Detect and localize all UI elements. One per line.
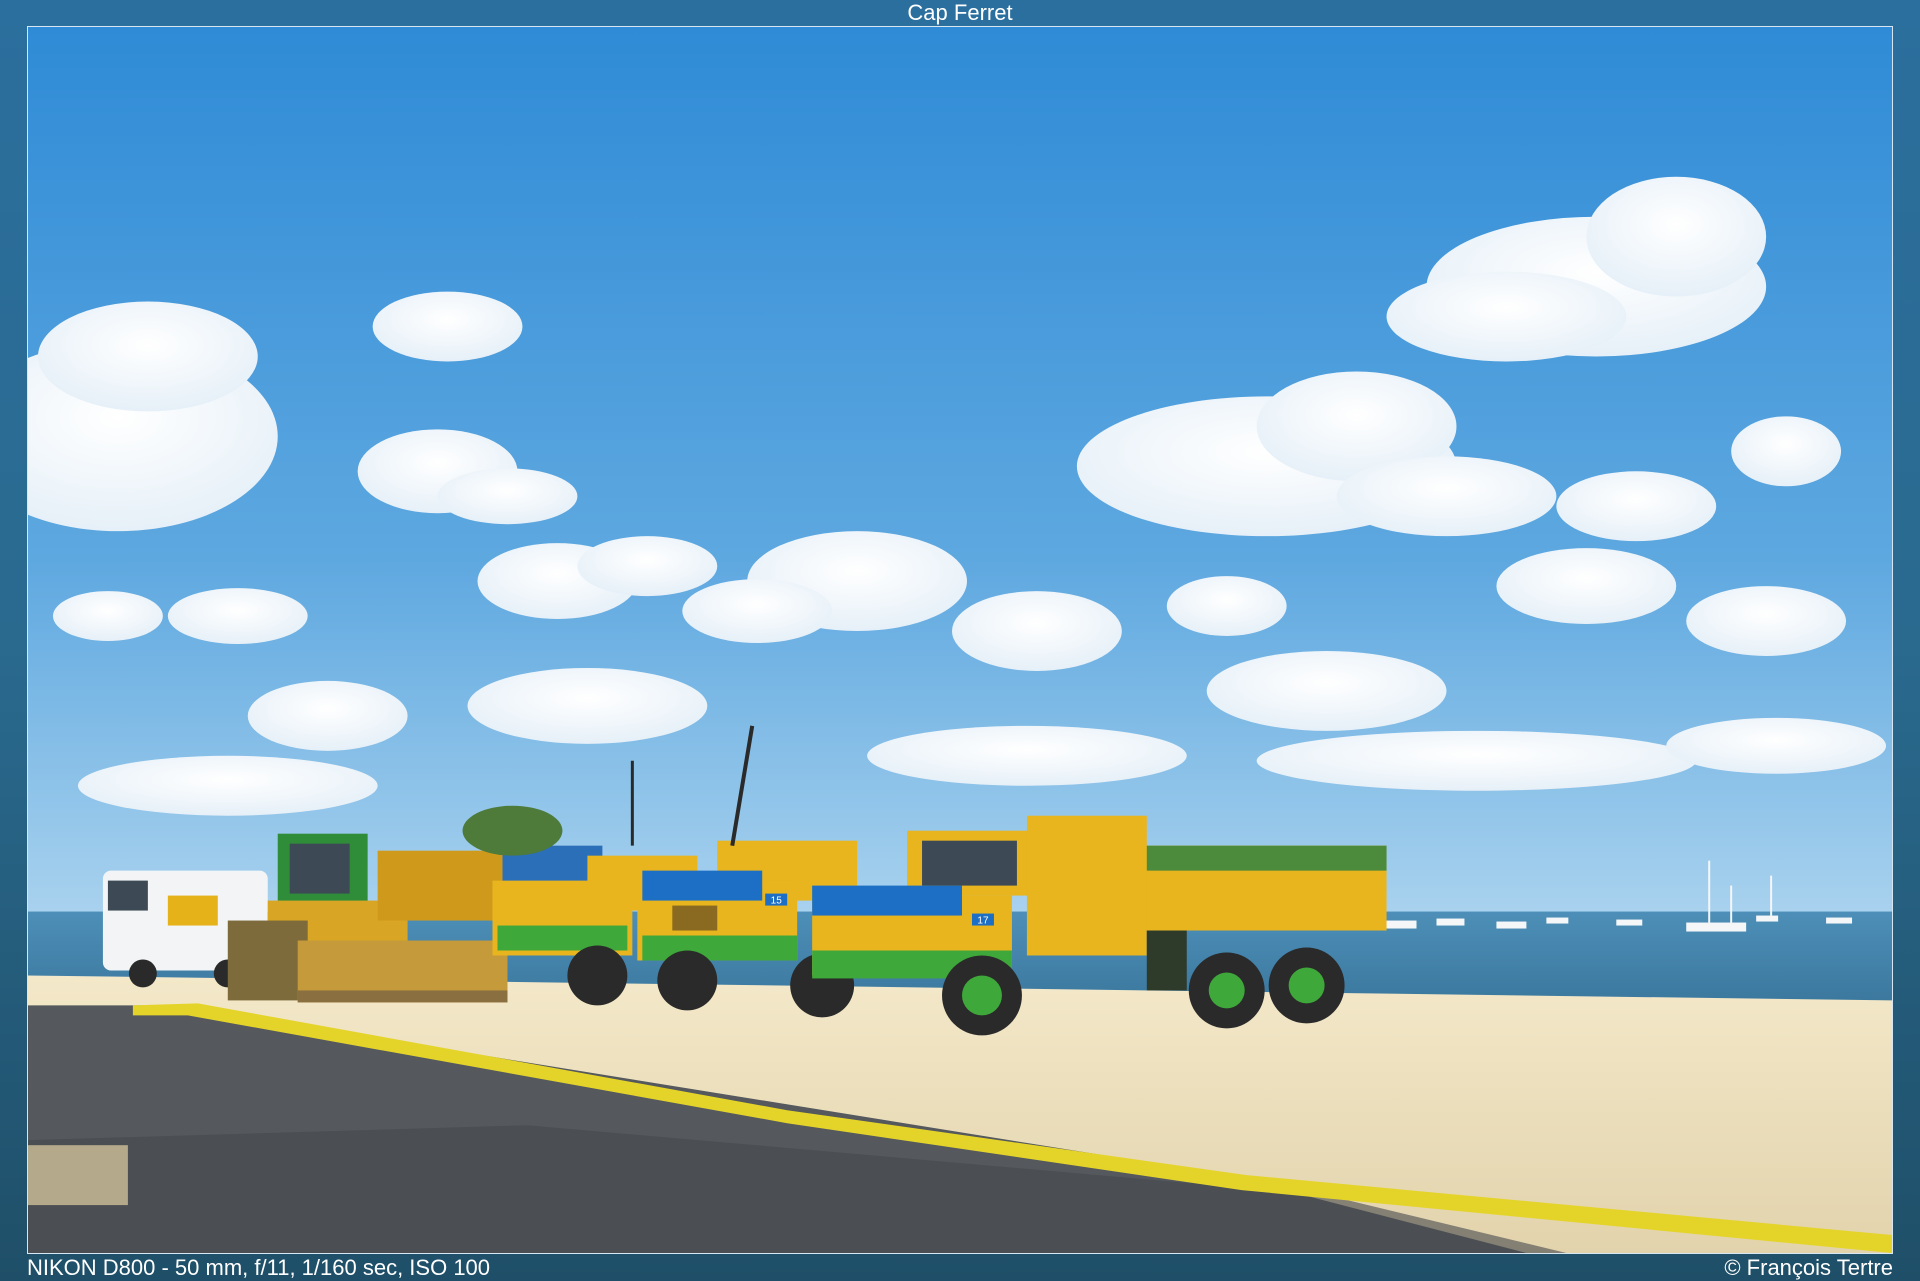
photo-page: Cap Ferret 15 17 NIKON D800 - 50 mm, f/1… bbox=[0, 0, 1920, 1281]
page-title: Cap Ferret bbox=[907, 0, 1013, 25]
copyright-caption: © François Tertre bbox=[1724, 1255, 1893, 1280]
beach-scene: 15 17 bbox=[28, 27, 1892, 1253]
truck-number-15: 15 bbox=[771, 896, 783, 907]
grass-edge bbox=[28, 1145, 128, 1206]
truck-number-17: 17 bbox=[977, 916, 989, 927]
tree bbox=[462, 805, 563, 856]
exif-caption: NIKON D800 - 50 mm, f/11, 1/160 sec, ISO… bbox=[27, 1255, 491, 1280]
photo: 15 17 bbox=[27, 26, 1893, 1254]
